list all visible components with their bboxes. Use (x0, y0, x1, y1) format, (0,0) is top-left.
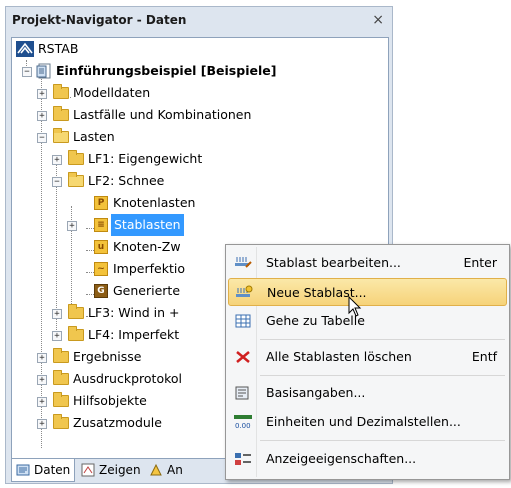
rstab-logo-icon (16, 41, 34, 57)
data-tab-icon (16, 464, 30, 476)
collapse-icon[interactable]: − (22, 67, 32, 77)
tab-label: Daten (34, 463, 71, 477)
menu-separator (260, 339, 505, 340)
folder-icon (53, 414, 69, 429)
tree-item-label: Zusatzmodule (73, 415, 162, 430)
imperfection-icon: ~ (94, 262, 108, 276)
tree-item-label: LF1: Eigengewicht (88, 151, 203, 166)
delete-icon (236, 351, 250, 363)
tree-item-label: Einführungsbeispiel [Beispiele] (56, 63, 277, 78)
tree-item-label: LF2: Schnee (88, 173, 165, 188)
context-menu: Stablast bearbeiten... Enter Neue Stabla… (225, 244, 510, 480)
units-icon: 0.00 (234, 415, 252, 430)
tree-item-label: LF4: Imperfekt (88, 327, 180, 342)
member-load-icon: ≡ (94, 218, 108, 232)
close-icon[interactable]: × (372, 7, 384, 33)
menu-separator (260, 375, 505, 376)
menu-item-goto-table[interactable]: Gehe zu Tabelle (228, 307, 507, 335)
folder-icon (53, 392, 69, 407)
menu-item-label: Alle Stablasten löschen (266, 349, 412, 364)
folder-icon (68, 150, 84, 165)
menu-item-delete-all-member-loads[interactable]: Alle Stablasten löschen Entf (228, 343, 507, 371)
tab-label: An (167, 463, 183, 477)
tree-item-label: LF3: Wind in + (88, 305, 180, 320)
table-icon (235, 314, 251, 328)
menu-item-label: Stablast bearbeiten... (266, 255, 401, 270)
expand-icon[interactable]: + (37, 375, 47, 385)
tree-item-label: Ergebnisse (73, 349, 142, 364)
display-properties-icon (235, 453, 251, 465)
menu-item-new-member-load[interactable]: Neue Stablast... (228, 278, 507, 306)
folder-icon (53, 370, 69, 385)
menu-item-label: Basisangaben... (266, 385, 366, 400)
svg-text:0.00: 0.00 (235, 422, 251, 430)
tree-item-label: Ausdruckprotokol (73, 371, 183, 386)
menu-item-display-properties[interactable]: Anzeigeeigenschaften... (228, 445, 507, 473)
tab-daten[interactable]: Daten (11, 459, 76, 482)
expand-icon[interactable]: + (37, 397, 47, 407)
folder-icon (68, 304, 84, 319)
project-icon (36, 63, 51, 79)
tree-item-label: Lasten (73, 129, 115, 144)
expand-icon[interactable]: + (52, 331, 62, 341)
display-tab-icon (81, 463, 95, 477)
tab-ansichten[interactable]: An (145, 459, 187, 481)
generated-loads-icon: G (94, 284, 108, 298)
tree-item-label: Imperfektio (113, 261, 185, 276)
expand-icon[interactable]: + (52, 309, 62, 319)
menu-separator (260, 440, 505, 441)
panel-title: Projekt-Navigator - Daten (12, 13, 187, 27)
menu-item-label: Anzeigeeigenschaften... (266, 451, 417, 466)
folder-icon (53, 106, 69, 121)
expand-icon[interactable]: + (37, 353, 47, 363)
mouse-cursor-icon (348, 296, 362, 317)
imposed-nodal-deformation-icon: u (94, 240, 108, 254)
views-tab-icon (150, 463, 162, 476)
folder-icon (68, 326, 84, 341)
tab-label: Zeigen (99, 463, 141, 477)
tree-item-label: Knotenlasten (113, 195, 196, 210)
tree-item-label: Stablasten (111, 214, 184, 236)
menu-shortcut: Enter (463, 255, 497, 270)
expand-icon[interactable]: + (67, 221, 77, 231)
folder-open-icon (53, 128, 69, 143)
menu-shortcut: Entf (471, 349, 497, 364)
menu-item-general-data[interactable]: Basisangaben... (228, 379, 507, 407)
tree-item-label: Hilfsobjekte (73, 393, 147, 408)
nodal-load-icon: P (94, 196, 108, 210)
folder-icon (53, 348, 69, 363)
tree-item-label: Modelldaten (73, 85, 151, 100)
menu-item-label: Einheiten und Dezimalstellen... (266, 414, 461, 429)
tab-zeigen[interactable]: Zeigen (77, 459, 145, 481)
panel-titlebar: Projekt-Navigator - Daten × (6, 7, 392, 33)
collapse-icon[interactable]: − (37, 133, 47, 143)
tree-item-label: RSTAB (38, 41, 79, 56)
tree-item-label: Knoten-Zw (113, 239, 181, 254)
new-load-icon (236, 285, 253, 297)
edit-load-icon (235, 257, 252, 268)
menu-item-edit-member-load[interactable]: Stablast bearbeiten... Enter (228, 249, 507, 277)
expand-icon[interactable]: + (37, 89, 47, 99)
tree-item-label: Lastfälle und Kombinationen (73, 107, 252, 122)
collapse-icon[interactable]: − (52, 177, 62, 187)
tree-item-label: Generierte (113, 283, 181, 298)
folder-icon (53, 84, 69, 99)
expand-icon[interactable]: + (37, 111, 47, 121)
folder-open-icon (68, 172, 84, 187)
general-data-icon (235, 386, 249, 400)
menu-item-units-decimals[interactable]: 0.00 Einheiten und Dezimalstellen... (228, 408, 507, 436)
expand-icon[interactable]: + (37, 419, 47, 429)
expand-icon[interactable]: + (52, 155, 62, 165)
